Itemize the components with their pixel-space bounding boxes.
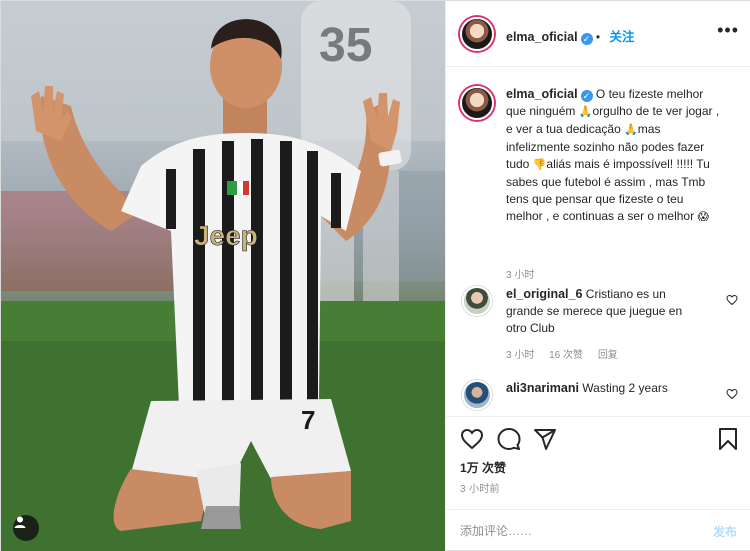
verified-badge-icon: ✓ — [580, 90, 593, 102]
pray-emoji-icon: 🙏 — [624, 124, 638, 136]
comment-text: el_original_6 Cristiano es un grande se … — [506, 286, 706, 337]
caption-meta: 3 小时 — [506, 266, 546, 281]
shorts-number: 7 — [301, 405, 315, 435]
caption-text: elma_oficial ✓ O teu fizeste melhor que n… — [506, 86, 722, 226]
instagram-post-modal: 35 Jeep 7 elma_oficial ✓ • 关注 ••• elma_o… — [0, 0, 750, 551]
post-timestamp[interactable]: 3 小时前 — [460, 480, 500, 495]
comment-likes[interactable]: 16 次赞 — [549, 350, 583, 361]
like-comment-heart-icon[interactable] — [726, 294, 738, 306]
like-comment-heart-icon[interactable] — [726, 388, 738, 400]
comment-username[interactable]: el_original_6 — [506, 287, 582, 301]
verified-badge-icon: ✓ — [580, 33, 593, 45]
post-header: elma_oficial ✓ • 关注 ••• — [446, 1, 750, 67]
likes-count[interactable]: 1万 次赞 — [460, 459, 506, 476]
background-number: 35 — [319, 19, 372, 72]
pray-emoji-icon: 🙏 — [578, 106, 593, 118]
add-comment-bar: 发布 — [446, 509, 750, 551]
comment-meta: 3 小时 16 次赞 回复 — [506, 346, 630, 361]
commenter-avatar[interactable] — [462, 286, 492, 316]
user-icon — [14, 516, 26, 528]
post-comment-button[interactable]: 发布 — [713, 523, 737, 540]
comment-text: ali3narimani Wasting 2 years — [506, 380, 706, 397]
comment-time[interactable]: 3 小时 — [506, 350, 534, 361]
scream-emoji-icon: 😱 — [697, 211, 709, 223]
author-avatar[interactable] — [460, 17, 494, 51]
caption-entry: elma_oficial ✓ O teu fizeste melhor que n… — [458, 84, 738, 281]
add-comment-input[interactable] — [460, 522, 690, 540]
comment-bubble-icon[interactable] — [497, 427, 521, 451]
caption-author-avatar[interactable] — [460, 86, 494, 120]
like-heart-icon[interactable] — [460, 427, 484, 451]
save-bookmark-icon[interactable] — [716, 427, 740, 451]
thumbs-down-emoji-icon: 👎 — [532, 159, 547, 171]
post-photo[interactable]: 35 Jeep 7 — [1, 1, 445, 551]
follow-button[interactable]: 关注 — [609, 30, 634, 44]
caption-username[interactable]: elma_oficial — [506, 87, 578, 101]
jersey-sponsor-text: Jeep — [194, 220, 258, 251]
more-options-icon[interactable]: ••• — [717, 21, 739, 39]
comment-username[interactable]: ali3narimani — [506, 381, 579, 395]
caption-time[interactable]: 3 小时 — [506, 270, 534, 281]
share-paper-plane-icon[interactable] — [533, 427, 557, 451]
post-actions: 1万 次赞 3 小时前 发布 — [446, 416, 750, 550]
author-username[interactable]: elma_oficial — [506, 30, 578, 44]
author-row: elma_oficial ✓ • 关注 — [506, 30, 635, 45]
player-illustration: 35 Jeep 7 — [1, 1, 445, 551]
comment-reply-button[interactable]: 回复 — [598, 350, 618, 361]
comments-list[interactable]: elma_oficial ✓ O teu fizeste melhor que n… — [446, 68, 750, 415]
commenter-avatar[interactable] — [462, 380, 492, 410]
comment-body: Wasting 2 years — [582, 381, 668, 395]
comment-item: ali3narimani Wasting 2 years — [458, 378, 738, 415]
tagged-users-button[interactable] — [13, 515, 39, 541]
comment-item: el_original_6 Cristiano es un grande se … — [458, 284, 738, 364]
post-details-panel: elma_oficial ✓ • 关注 ••• elma_oficial ✓ O t… — [445, 1, 750, 550]
